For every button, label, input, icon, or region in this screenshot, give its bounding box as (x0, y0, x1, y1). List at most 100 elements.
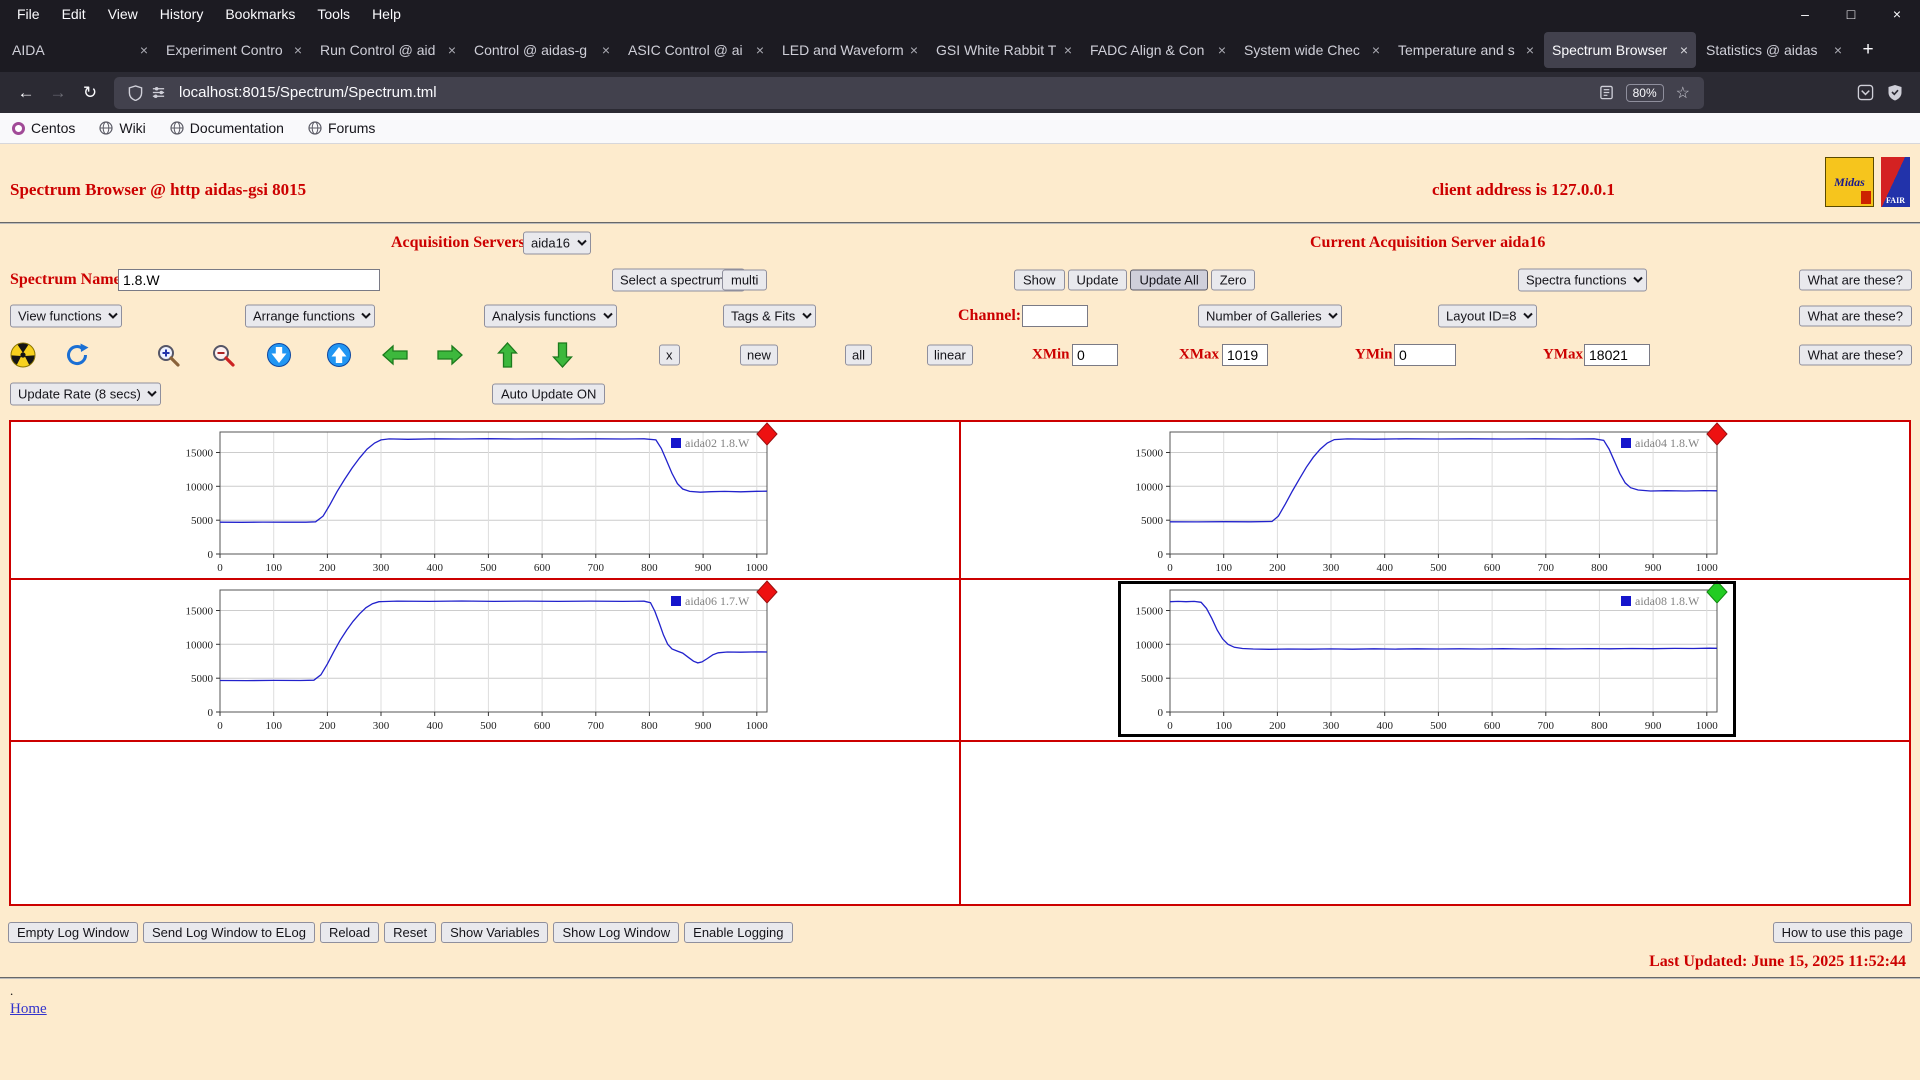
refresh-icon[interactable] (64, 342, 90, 368)
tab-close-icon[interactable]: × (756, 42, 764, 58)
tab-led-and-waveform[interactable]: LED and Waveform× (774, 32, 926, 68)
gallery-cell-1[interactable]: 0500010000150000100200300400500600700800… (11, 422, 959, 578)
pocket-icon[interactable] (1850, 78, 1880, 108)
auto-update-button[interactable]: Auto Update ON (492, 384, 605, 405)
enable-logging-button[interactable]: Enable Logging (684, 922, 792, 943)
acquisition-server-select[interactable]: aida16 (523, 232, 591, 255)
gallery-cell-6[interactable] (961, 742, 1909, 904)
url-bar[interactable]: localhost:8015/Spectrum/Spectrum.tml 80%… (114, 77, 1704, 109)
page-down-arrow-icon[interactable] (552, 342, 573, 368)
page-right-arrow-icon[interactable] (437, 345, 463, 366)
ymax-input[interactable] (1584, 344, 1650, 366)
menu-edit[interactable]: Edit (51, 0, 97, 28)
tab-close-icon[interactable]: × (1526, 42, 1534, 58)
tracking-shield-icon[interactable] (128, 85, 143, 101)
tab-gsi-white-rabbit-t[interactable]: GSI White Rabbit T× (928, 32, 1080, 68)
menu-help[interactable]: Help (361, 0, 412, 28)
tags-fits-dropdown[interactable]: Tags & Fits (723, 305, 816, 328)
layout-id-dropdown[interactable]: Layout ID=8 (1438, 305, 1537, 328)
new-tab-button[interactable]: + (1851, 33, 1885, 67)
zoom-out-icon[interactable] (210, 342, 236, 368)
close-button[interactable]: × (1874, 0, 1920, 28)
tab-close-icon[interactable]: × (1372, 42, 1380, 58)
tab-control-aidas-g[interactable]: Control @ aidas-g× (466, 32, 618, 68)
minimize-button[interactable]: – (1782, 0, 1828, 28)
empty-log-window-button[interactable]: Empty Log Window (8, 922, 138, 943)
url-text[interactable]: localhost:8015/Spectrum/Spectrum.tml (179, 84, 437, 101)
bookmark-forums[interactable]: Forums (308, 120, 375, 136)
send-log-window-to-elog-button[interactable]: Send Log Window to ELog (143, 922, 315, 943)
spectra-functions-dropdown[interactable]: Spectra functions (1518, 269, 1647, 292)
gallery-cell-3[interactable]: 0500010000150000100200300400500600700800… (11, 580, 959, 740)
tab-run-control-aid[interactable]: Run Control @ aid× (312, 32, 464, 68)
reader-mode-icon[interactable] (1599, 85, 1614, 100)
bookmark-centos[interactable]: Centos (12, 120, 75, 136)
gallery-cell-4[interactable]: 0500010000150000100200300400500600700800… (961, 580, 1909, 740)
forward-icon[interactable]: → (42, 78, 74, 108)
tab-aida[interactable]: AIDA× (4, 32, 156, 68)
arrange-functions-dropdown[interactable]: Arrange functions (245, 305, 375, 328)
xmax-input[interactable] (1222, 344, 1268, 366)
tab-close-icon[interactable]: × (140, 42, 148, 58)
tab-fadc-align-con[interactable]: FADC Align & Con× (1082, 32, 1234, 68)
menu-view[interactable]: View (97, 0, 149, 28)
spectrum-chart-aida04-1-8-w[interactable]: 0500010000150000100200300400500600700800… (1121, 426, 1733, 576)
menu-bookmarks[interactable]: Bookmarks (214, 0, 306, 28)
gallery-cell-5[interactable] (11, 742, 959, 904)
update-rate-dropdown[interactable]: Update Rate (8 secs) (10, 383, 161, 406)
tab-experiment-contro[interactable]: Experiment Contro× (158, 32, 310, 68)
what-are-these-button-2[interactable]: What are these? (1799, 306, 1912, 327)
analysis-functions-dropdown[interactable]: Analysis functions (484, 305, 617, 328)
zoom-in-icon[interactable] (155, 342, 181, 368)
back-icon[interactable]: ← (10, 78, 42, 108)
update-all-button[interactable]: Update All (1130, 270, 1207, 291)
tab-temperature-and-s[interactable]: Temperature and s× (1390, 32, 1542, 68)
show-log-window-button[interactable]: Show Log Window (553, 922, 679, 943)
spectrum-chart-aida08-1-8-w[interactable]: 0500010000150000100200300400500600700800… (1121, 584, 1733, 734)
zoom-level-indicator[interactable]: 80% (1626, 84, 1664, 102)
spectrum-name-input[interactable] (118, 269, 380, 291)
tab-system-wide-chec[interactable]: System wide Chec× (1236, 32, 1388, 68)
radiation-icon[interactable] (10, 342, 36, 368)
tab-close-icon[interactable]: × (910, 42, 918, 58)
multi-button[interactable]: multi (722, 270, 767, 291)
all-button[interactable]: all (845, 345, 872, 366)
gallery-shift-down-icon[interactable] (266, 342, 292, 368)
gallery-shift-up-icon[interactable] (326, 342, 352, 368)
extensions-shield-icon[interactable] (1880, 78, 1910, 108)
view-functions-dropdown[interactable]: View functions (10, 305, 122, 328)
spectrum-chart-aida06-1-7-w[interactable]: 0500010000150000100200300400500600700800… (171, 584, 783, 734)
permissions-sliders-icon[interactable] (151, 85, 166, 100)
what-are-these-button-3[interactable]: What are these? (1799, 345, 1912, 366)
show-button[interactable]: Show (1014, 270, 1065, 291)
tab-statistics-aidas[interactable]: Statistics @ aidas× (1698, 32, 1850, 68)
menu-file[interactable]: File (6, 0, 51, 28)
update-button[interactable]: Update (1068, 270, 1128, 291)
zero-button[interactable]: Zero (1211, 270, 1256, 291)
tab-close-icon[interactable]: × (1834, 42, 1842, 58)
tab-close-icon[interactable]: × (1064, 42, 1072, 58)
channel-input[interactable] (1022, 305, 1088, 327)
reset-button[interactable]: Reset (384, 922, 436, 943)
xmin-input[interactable] (1072, 344, 1118, 366)
page-up-arrow-icon[interactable] (497, 342, 518, 368)
tab-close-icon[interactable]: × (1218, 42, 1226, 58)
linear-button[interactable]: linear (927, 345, 973, 366)
tab-close-icon[interactable]: × (448, 42, 456, 58)
tab-spectrum-browser[interactable]: Spectrum Browser× (1544, 32, 1696, 68)
show-variables-button[interactable]: Show Variables (441, 922, 548, 943)
reload-button[interactable]: Reload (320, 922, 379, 943)
tab-asic-control-ai[interactable]: ASIC Control @ ai× (620, 32, 772, 68)
menu-tools[interactable]: Tools (306, 0, 361, 28)
menu-history[interactable]: History (149, 0, 215, 28)
ymin-input[interactable] (1394, 344, 1456, 366)
what-are-these-button-1[interactable]: What are these? (1799, 270, 1912, 291)
how-to-use-button[interactable]: How to use this page (1773, 922, 1912, 943)
bookmark-documentation[interactable]: Documentation (170, 120, 284, 136)
page-left-arrow-icon[interactable] (382, 345, 408, 366)
bookmark-wiki[interactable]: Wiki (99, 120, 145, 136)
tab-close-icon[interactable]: × (294, 42, 302, 58)
gallery-cell-2[interactable]: 0500010000150000100200300400500600700800… (961, 422, 1909, 578)
bookmark-star-icon[interactable]: ☆ (1676, 83, 1690, 103)
spectrum-chart-aida02-1-8-w[interactable]: 0500010000150000100200300400500600700800… (171, 426, 783, 576)
